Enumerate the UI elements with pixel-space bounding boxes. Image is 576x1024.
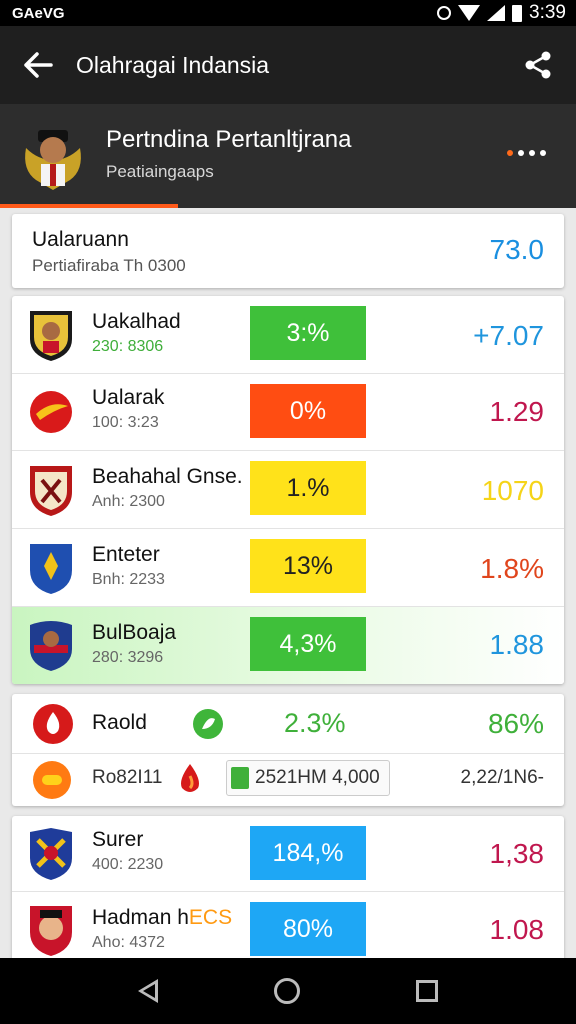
team-name: BulBoaja xyxy=(92,621,177,644)
team-meta: Bnh: 2233 xyxy=(92,571,165,588)
more-button[interactable] xyxy=(507,150,546,156)
team-value: +7.07 xyxy=(473,320,544,351)
team-meta: Anh: 2300 xyxy=(92,493,165,510)
percent-badge: 0% xyxy=(250,384,366,438)
percent-badge: 3:% xyxy=(250,306,366,360)
app-title: Olahragai Indansia xyxy=(76,51,270,78)
ranking-list: Uakalhad 230: 8306 3:% +7.07 Ualarak 100… xyxy=(12,296,564,684)
percent-badge: 4,3% xyxy=(250,617,366,671)
team-name: Enteter xyxy=(92,543,160,566)
team-crest-icon xyxy=(30,391,72,433)
app-bar: Olahragai Indansia xyxy=(0,26,576,104)
amount-field[interactable]: 2521HM 4,000 xyxy=(226,760,390,796)
nav-recents-icon[interactable] xyxy=(416,980,438,1002)
team-crest-icon xyxy=(30,544,72,594)
team-crest-icon xyxy=(30,311,72,361)
detail-percent: 2.3% xyxy=(284,708,346,738)
back-arrow-icon xyxy=(24,52,53,78)
team-value: 1.29 xyxy=(489,396,545,427)
battery-icon xyxy=(512,4,523,22)
leaf-icon xyxy=(193,709,223,739)
detail-line[interactable]: Ro82I11 2521HM 4,000 2,22/1N6- xyxy=(12,754,564,806)
list-item[interactable]: Beahahal Gnse. Anh: 2300 1.% 1070 xyxy=(12,451,564,529)
percent-badge: 184,% xyxy=(250,826,366,880)
team-meta: 100: 3:23 xyxy=(92,414,159,431)
team-meta: Aho: 4372 xyxy=(92,934,165,951)
signal-icon xyxy=(487,5,506,21)
detail-label: Ro82I11 xyxy=(92,767,163,788)
detail-name: Raold xyxy=(92,711,147,734)
team-value: 1,38 xyxy=(489,838,545,869)
list-item-selected[interactable]: BulBoaja 280: 3296 4,3% 1.88 xyxy=(12,607,564,684)
team-value: 1.08 xyxy=(489,914,545,945)
coin-icon xyxy=(33,761,71,799)
percent-badge: 1.% xyxy=(250,461,366,515)
nav-back-icon[interactable] xyxy=(138,979,158,1003)
list-item[interactable]: Hadman hECS Aho: 4372 80% 1.08 xyxy=(12,892,564,966)
team-name: Beahahal Gnse. xyxy=(92,465,243,488)
team-value: 1.8% xyxy=(480,553,544,584)
drop-icon xyxy=(181,764,199,792)
team-crest-icon xyxy=(30,828,72,880)
team-meta: 280: 3296 xyxy=(92,649,164,666)
team-crest-icon xyxy=(30,466,72,516)
back-button[interactable] xyxy=(0,26,76,104)
more-dots-icon xyxy=(507,150,513,156)
list-item[interactable]: Enteter Bnh: 2233 13% 1.8% xyxy=(12,529,564,607)
list-item[interactable]: Uakalhad 230: 8306 3:% +7.07 xyxy=(12,296,564,374)
amount-field-text: 2521HM 4,000 xyxy=(255,767,380,788)
nav-home-icon[interactable] xyxy=(274,978,300,1004)
status-left-text: GAeVG xyxy=(12,4,65,22)
tab-indicator xyxy=(0,204,178,208)
summary-value: 73.0 xyxy=(489,234,545,265)
wifi-icon xyxy=(458,5,481,21)
team-value: 1070 xyxy=(481,475,544,506)
team-meta: 230: 8306 xyxy=(92,338,164,355)
detail-card: Raold 2.3% 86% Ro82I11 2521HM 4,000 2,22… xyxy=(12,694,564,806)
ranking-list-2: Surer 400: 2230 184,% 1,38 Hadman hECS A… xyxy=(12,816,564,966)
team-value: 1.88 xyxy=(489,629,545,660)
detail-value: 86% xyxy=(487,708,544,739)
list-item[interactable]: Surer 400: 2230 184,% 1,38 xyxy=(12,816,564,892)
team-crest-icon xyxy=(30,621,72,671)
team-name: Ualarak xyxy=(92,386,165,409)
status-bar: GAeVG 3:39 xyxy=(0,0,576,26)
list-item[interactable]: Ualarak 100: 3:23 0% 1.29 xyxy=(12,374,564,451)
summary-title: Ualaruann xyxy=(32,228,129,251)
team-crest-icon xyxy=(30,906,72,956)
profile-header: Pertndina Pertanltjrana Peatiaingaaps xyxy=(0,104,576,208)
status-time: 3:39 xyxy=(529,2,566,23)
fire-icon xyxy=(33,704,73,744)
system-nav-bar xyxy=(0,958,576,1024)
share-icon xyxy=(525,51,551,79)
header-subtitle: Peatiaingaaps xyxy=(106,162,214,181)
chart-icon xyxy=(231,767,249,789)
detail-value: 2,22/1N6- xyxy=(460,767,544,788)
team-name: Uakalhad xyxy=(92,310,181,333)
summary-subtitle: Pertiafiraba Th 0300 xyxy=(32,256,186,275)
percent-badge: 80% xyxy=(250,902,366,956)
summary-card[interactable]: Ualaruann Pertiafiraba Th 0300 73.0 xyxy=(12,214,564,288)
team-crest-icon xyxy=(25,130,81,190)
share-button[interactable] xyxy=(500,26,576,104)
team-name: Hadman hECS xyxy=(92,906,233,929)
team-meta: 400: 2230 xyxy=(92,856,164,873)
detail-line[interactable]: Raold 2.3% 86% xyxy=(12,694,564,754)
alarm-icon xyxy=(437,6,452,20)
team-badge: ECS xyxy=(188,906,233,929)
header-title: Pertndina Pertanltjrana xyxy=(106,126,352,153)
team-name: Surer xyxy=(92,828,144,851)
percent-badge: 13% xyxy=(250,539,366,593)
status-icons: 3:39 xyxy=(437,2,566,24)
